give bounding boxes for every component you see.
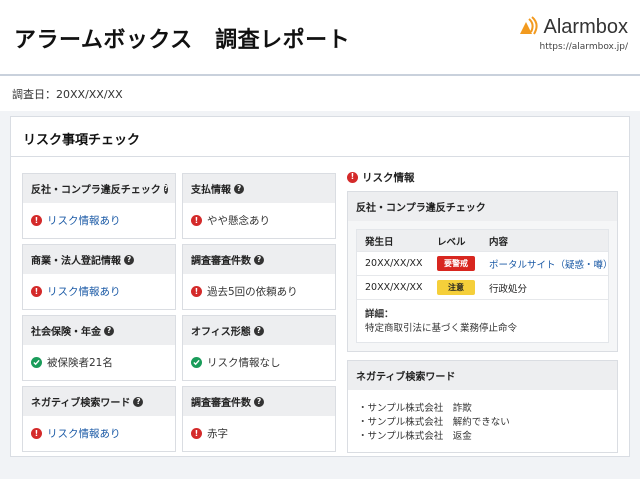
row-detail: 詳細： 特定商取引法に基づく業務停止命令 [357, 300, 608, 342]
help-icon[interactable]: ? [253, 325, 264, 336]
risk-check-card: リスク事項チェック 反社・コンプラ違反チェック? ! リスク情報あり 支払情報? … [10, 116, 630, 457]
check-item-registry: 商業・法人登記情報? ! リスク情報あり [22, 244, 176, 310]
check-item-status: 過去5回の依頼あり [207, 286, 298, 298]
row-content: 行政処分 [489, 283, 528, 295]
check-circle-icon [191, 357, 202, 368]
check-item-label: 社会保険・年金 [31, 327, 101, 338]
risk-info-section: ! リスク情報 反社・コンプラ違反チェック 発生日 レベル 内容 20XX/XX… [347, 169, 618, 453]
risk-info-title: リスク情報 [362, 171, 415, 184]
alert-icon: ! [191, 215, 202, 226]
report-body: リスク事項チェック 反社・コンプラ違反チェック? ! リスク情報あり 支払情報? … [0, 111, 640, 479]
help-icon[interactable]: ? [234, 183, 244, 194]
table-row: 20XX/XX/XX 要警戒 ポータルサイト（疑惑・噂） [357, 252, 608, 276]
check-item-antisocial: 反社・コンプラ違反チェック? ! リスク情報あり [22, 173, 176, 239]
check-item-payment: 支払情報? ! やや懸念あり [182, 173, 336, 239]
negative-words-list: ・サンプル株式会社 詐欺 ・サンプル株式会社 解約できない ・サンプル株式会社 … [348, 390, 617, 452]
brand-logo[interactable]: Alarmbox https://alarmbox.jp/ [518, 16, 628, 52]
alert-icon: ! [31, 215, 42, 226]
help-icon[interactable]: ? [163, 183, 169, 194]
list-item: ・サンプル株式会社 詐欺 [358, 403, 472, 414]
column-header-content: 内容 [489, 236, 509, 248]
negative-words-panel: ネガティブ検索ワード ・サンプル株式会社 詐欺 ・サンプル株式会社 解約できない… [347, 360, 618, 453]
check-item-label: ネガティブ検索ワード [31, 398, 131, 409]
level-badge-warning: 要警戒 [437, 256, 475, 271]
help-icon[interactable]: ? [254, 396, 264, 407]
compliance-table: 発生日 レベル 内容 20XX/XX/XX 要警戒 ポータルサイト（疑惑・噂） … [356, 229, 609, 343]
check-item-inquiry-count-2: 調査審査件数? ! 赤字 [182, 386, 336, 452]
section-title: リスク事項チェック [11, 117, 629, 157]
alert-icon: ! [347, 171, 358, 183]
check-item-label: 調査審査件数 [191, 256, 251, 267]
check-item-label: オフィス形態 [191, 327, 251, 338]
brand-url[interactable]: https://alarmbox.jp/ [518, 42, 628, 52]
alert-icon: ! [191, 286, 202, 297]
check-item-label: 反社・コンプラ違反チェック [31, 185, 161, 196]
table-header-row: 発生日 レベル 内容 [357, 230, 608, 252]
column-header-level: レベル [437, 236, 466, 248]
check-item-label: 支払情報 [191, 185, 231, 196]
check-item-label: 商業・法人登記情報 [31, 256, 121, 267]
compliance-panel: 反社・コンプラ違反チェック 発生日 レベル 内容 20XX/XX/XX 要警戒 … [347, 191, 618, 352]
check-circle-icon [31, 357, 42, 368]
row-date: 20XX/XX/XX [365, 258, 423, 269]
check-item-negative-words: ネガティブ検索ワード? ! リスク情報あり [22, 386, 176, 452]
check-item-status-link[interactable]: リスク情報あり [47, 213, 121, 228]
column-header-date: 発生日 [365, 236, 394, 248]
help-icon[interactable]: ? [133, 396, 144, 407]
check-item-insurance: 社会保険・年金? 被保険者21名 [22, 315, 176, 381]
table-row: 20XX/XX/XX 注意 行政処分 [357, 276, 608, 300]
brand-name: Alarmbox [543, 16, 628, 38]
risk-check-grid: 反社・コンプラ違反チェック? ! リスク情報あり 支払情報? ! やや懸念あり 商業… [22, 173, 336, 452]
alert-icon: ! [31, 428, 42, 439]
check-item-status-link[interactable]: リスク情報あり [47, 284, 121, 299]
check-item-office: オフィス形態? リスク情報なし [182, 315, 336, 381]
help-icon[interactable]: ? [104, 325, 114, 336]
report-date: 調査日：20XX/XX/XX [0, 76, 640, 111]
level-badge-caution: 注意 [437, 280, 475, 295]
list-item: ・サンプル株式会社 解約できない [358, 417, 510, 428]
alert-icon: ! [31, 286, 42, 297]
negative-words-title: ネガティブ検索ワード [348, 361, 617, 390]
check-item-status: リスク情報なし [207, 357, 281, 369]
report-header: アラームボックス 調査レポート Alarmbox https://alarmbo… [0, 0, 640, 76]
help-icon[interactable]: ? [124, 254, 134, 265]
check-item-label: 調査審査件数 [191, 398, 251, 409]
check-item-status: 被保険者21名 [47, 357, 113, 369]
detail-label: 詳細： [365, 309, 394, 320]
alert-icon: ! [191, 428, 202, 439]
help-icon[interactable]: ? [254, 254, 264, 265]
row-date: 20XX/XX/XX [365, 282, 423, 293]
compliance-panel-title: 反社・コンプラ違反チェック [348, 192, 617, 221]
check-item-status-link[interactable]: リスク情報あり [47, 426, 121, 441]
detail-text: 特定商取引法に基づく業務停止命令 [365, 323, 518, 334]
alarm-signal-icon [518, 16, 540, 38]
page-title: アラームボックス 調査レポート [14, 28, 351, 53]
check-item-status: やや懸念あり [207, 215, 270, 227]
list-item: ・サンプル株式会社 返金 [358, 431, 472, 442]
check-item-status: 赤字 [207, 428, 228, 440]
row-content-link[interactable]: ポータルサイト（疑惑・噂） [489, 260, 608, 271]
check-item-inquiry-count: 調査審査件数? ! 過去5回の依頼あり [182, 244, 336, 310]
